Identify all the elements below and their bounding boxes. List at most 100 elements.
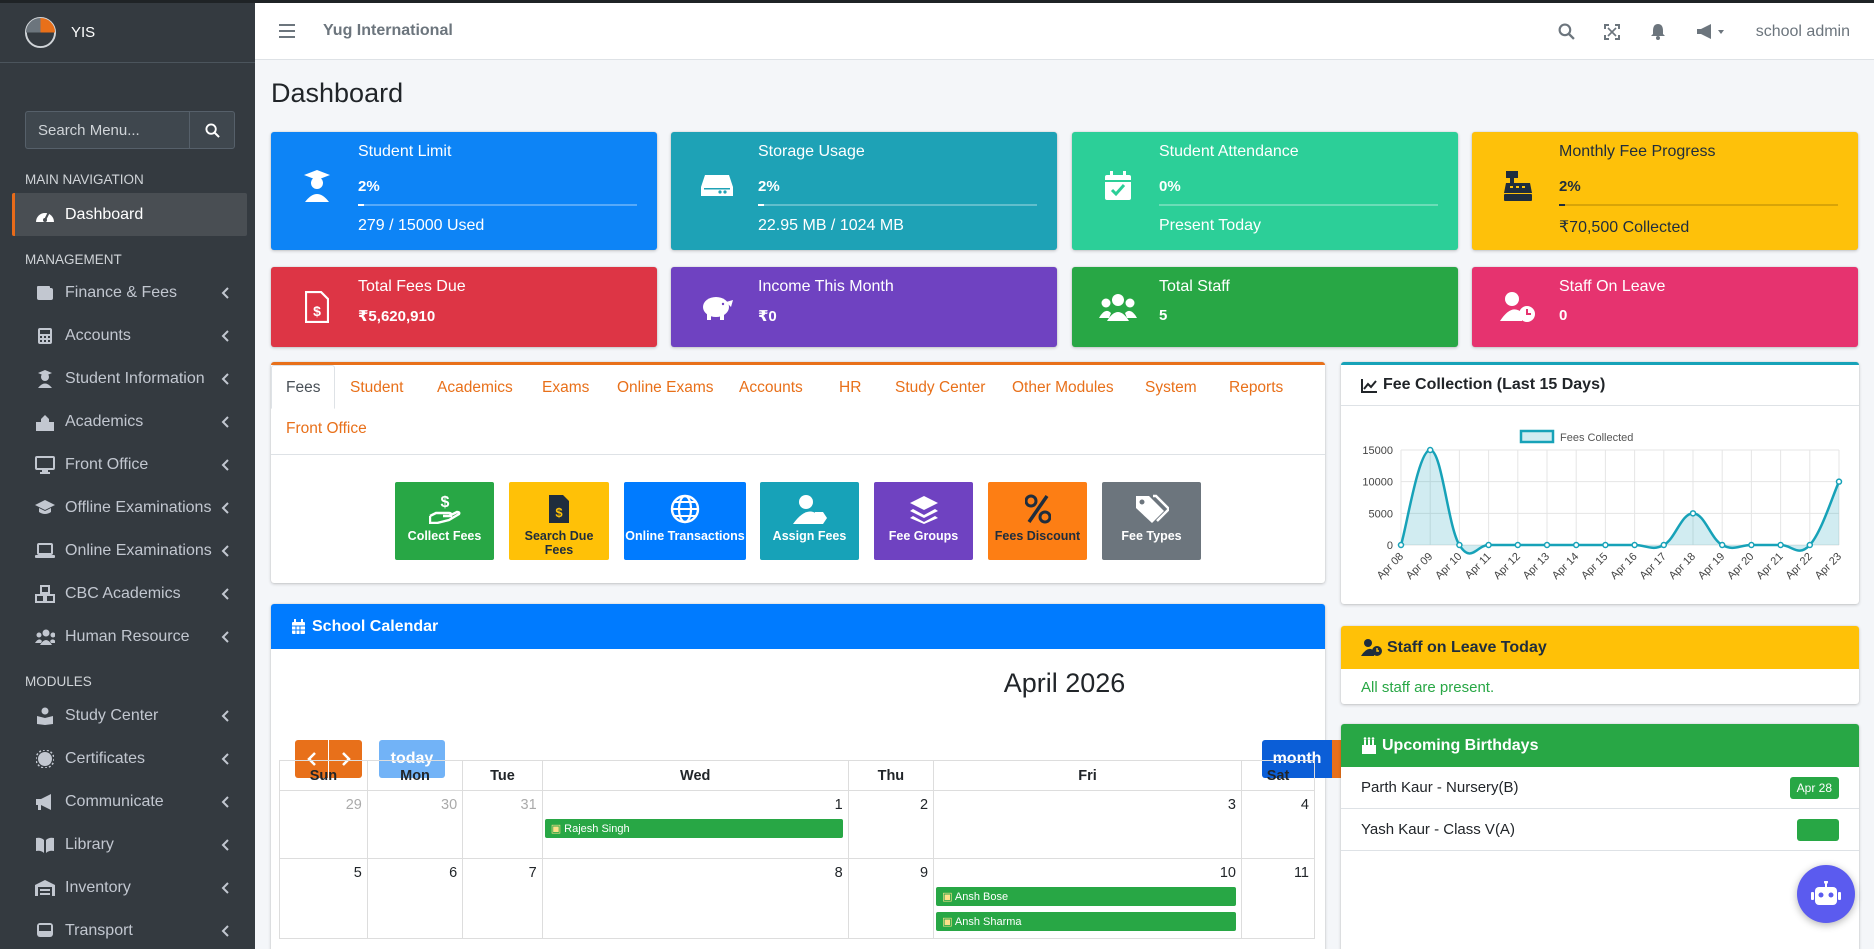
sidebar-item-offline-examinations[interactable]: Offline Examinations (0, 486, 255, 529)
calendar-event[interactable]: ▣ Rajesh Singh (544, 819, 843, 838)
birthday-item[interactable]: Parth Kaur - Nursery(B) Apr 28 (1341, 767, 1859, 809)
calendar-event[interactable]: ▣ Ansh Bose (936, 887, 1236, 906)
quick-action-label: Online Transactions (625, 529, 745, 543)
calendar-day-cell[interactable]: 8 (541, 858, 849, 939)
school-icon (35, 412, 55, 432)
info-box-monthly-fee-progress[interactable]: Monthly Fee Progress 2% ₹70,500 Collecte… (1472, 132, 1858, 250)
user-menu[interactable]: school admin (1756, 23, 1850, 41)
calendar-day-cell[interactable]: 11 (1240, 858, 1316, 939)
tab-study-center[interactable]: Study Center (895, 379, 985, 397)
sidebar-item-cbc-academics[interactable]: CBC Academics (0, 572, 255, 615)
info-box-income-this-month[interactable]: Income This Month ₹0 (671, 267, 1057, 347)
calendar-grid: Sun Mon Tue Wed Thu Fri Sat 29 30 31 1 ▣ Raj… (279, 760, 1316, 939)
sidebar-item-certificates[interactable]: Certificates (0, 737, 255, 780)
info-box-title: Income This Month (758, 278, 894, 295)
info-box-staff-on-leave[interactable]: Staff On Leave 0 (1472, 267, 1858, 347)
sidebar-item-accounts[interactable]: Accounts (0, 314, 255, 357)
bell-icon[interactable] (1650, 23, 1668, 41)
collect-fees-button[interactable]: $ Collect Fees (395, 482, 494, 560)
tab-other-modules[interactable]: Other Modules (1012, 379, 1114, 397)
birthday-item[interactable]: Yash Kaur - Class V(A) (1341, 809, 1859, 851)
hamburger-menu-icon[interactable] (279, 21, 299, 41)
calendar-day-cell[interactable]: 1 ▣ Rajesh Singh (541, 790, 849, 859)
birthday-cake-icon (1362, 737, 1376, 754)
calendar-day-cell[interactable]: 9 (847, 858, 935, 939)
chatbot-button[interactable] (1797, 865, 1855, 923)
tab-fees[interactable]: Fees (271, 365, 336, 409)
calendar-day-cell[interactable]: 5 (279, 858, 368, 939)
tab-hr[interactable]: HR (839, 379, 861, 397)
info-box-total-fees-due[interactable]: $ Total Fees Due ₹5,620,910 (271, 267, 657, 347)
tab-academics[interactable]: Academics (437, 379, 513, 397)
calendar-week-row: 29 30 31 1 ▣ Rajesh Singh 2 3 4 (279, 790, 1316, 859)
x-tick-label: Apr 17 (1638, 551, 1669, 582)
data-point (1485, 541, 1492, 549)
info-box-footer: 22.95 MB / 1024 MB (758, 217, 904, 234)
info-box-storage-usage[interactable]: Storage Usage 2% 22.95 MB / 1024 MB (671, 132, 1057, 250)
sidebar-item-label: Offline Examinations (65, 498, 212, 516)
info-box-total-staff[interactable]: Total Staff 5 (1072, 267, 1458, 347)
sidebar-item-dashboard[interactable]: Dashboard (12, 193, 247, 236)
school-name[interactable]: Yug International (323, 22, 453, 40)
birthdays-header: Upcoming Birthdays (1341, 724, 1859, 767)
calendar-day-cell[interactable]: 4 (1240, 790, 1316, 859)
calendar-day-number: 3 (1227, 797, 1236, 813)
calendar-day-cell[interactable]: 6 (366, 858, 464, 939)
data-point (1631, 541, 1638, 549)
x-tick-label: Apr 15 (1579, 551, 1610, 582)
fee-groups-button[interactable]: Fee Groups (874, 482, 973, 560)
menu-search-button[interactable] (189, 111, 235, 149)
fullscreen-icon[interactable] (1603, 23, 1622, 41)
calendar-day-cell[interactable]: 31 (462, 790, 543, 859)
tab-online-exams[interactable]: Online Exams (617, 379, 713, 397)
info-box-student-attendance[interactable]: Student Attendance 0% Present Today (1072, 132, 1458, 250)
tab-accounts[interactable]: Accounts (739, 379, 803, 397)
sidebar-item-front-office[interactable]: Front Office (0, 443, 255, 486)
announcement-dropdown-icon[interactable] (1696, 23, 1726, 41)
sidebar-item-study-center[interactable]: Study Center (0, 694, 255, 737)
calendar-event[interactable]: ▣ Ansh Sharma (936, 912, 1236, 931)
staff-leave-message: All staff are present. (1361, 679, 1495, 696)
tab-system[interactable]: System (1145, 379, 1197, 397)
calendar-day-cell[interactable]: 7 (462, 858, 543, 939)
sidebar-item-transport[interactable]: Transport (0, 909, 255, 949)
sidebar-item-human-resource[interactable]: Human Resource (0, 615, 255, 658)
calendar-day-number: 10 (1219, 865, 1236, 881)
chevron-left-icon (221, 924, 229, 942)
sidebar-item-academics[interactable]: Academics (0, 400, 255, 443)
tab-front-office[interactable]: Front Office (286, 420, 367, 438)
calendar-day-cell[interactable]: 30 (366, 790, 464, 859)
sidebar-item-student-information[interactable]: Student Information (0, 357, 255, 400)
tab-reports[interactable]: Reports (1229, 379, 1283, 397)
calendar-day-number: 1 (834, 797, 843, 813)
online-transactions-button[interactable]: Online Transactions (624, 482, 746, 560)
brand[interactable]: YIS (0, 3, 255, 63)
globe-icon (624, 494, 746, 524)
tab-student[interactable]: Student (350, 379, 403, 397)
tab-exams[interactable]: Exams (542, 379, 589, 397)
sidebar-item-library[interactable]: Library (0, 823, 255, 866)
fee-types-button[interactable]: Fee Types (1102, 482, 1201, 560)
chevron-left-icon (221, 587, 229, 605)
sidebar-item-label: CBC Academics (65, 584, 181, 602)
sidebar-item-online-examinations[interactable]: Online Examinations (0, 529, 255, 572)
fees-discount-button[interactable]: Fees Discount (988, 482, 1087, 560)
data-point (1572, 541, 1580, 549)
progress-bar (1559, 204, 1838, 206)
sidebar-item-inventory[interactable]: Inventory (0, 866, 255, 909)
chevron-left-icon (221, 795, 229, 813)
menu-search-input[interactable] (25, 111, 189, 149)
calendar-day-cell[interactable]: 29 (279, 790, 368, 859)
weekday-header: Thu (847, 760, 935, 791)
sidebar-item-finance-fees[interactable]: Finance & Fees (0, 271, 255, 314)
info-box-student-limit[interactable]: Student Limit 2% 279 / 15000 Used (271, 132, 657, 250)
weekday-header: Wed (541, 760, 849, 791)
search-due-fees-button[interactable]: $ Search Due Fees (509, 482, 609, 560)
search-icon[interactable] (1558, 23, 1576, 41)
calendar-day-cell[interactable]: 2 (847, 790, 935, 859)
calendar-day-cell[interactable]: 10 ▣ Ansh Bose ▣ Ansh Sharma (933, 858, 1242, 939)
calendar-day-cell[interactable]: 3 (933, 790, 1242, 859)
sidebar-item-communicate[interactable]: Communicate (0, 780, 255, 823)
assign-fees-button[interactable]: Assign Fees (760, 482, 859, 560)
data-point (1660, 541, 1668, 549)
